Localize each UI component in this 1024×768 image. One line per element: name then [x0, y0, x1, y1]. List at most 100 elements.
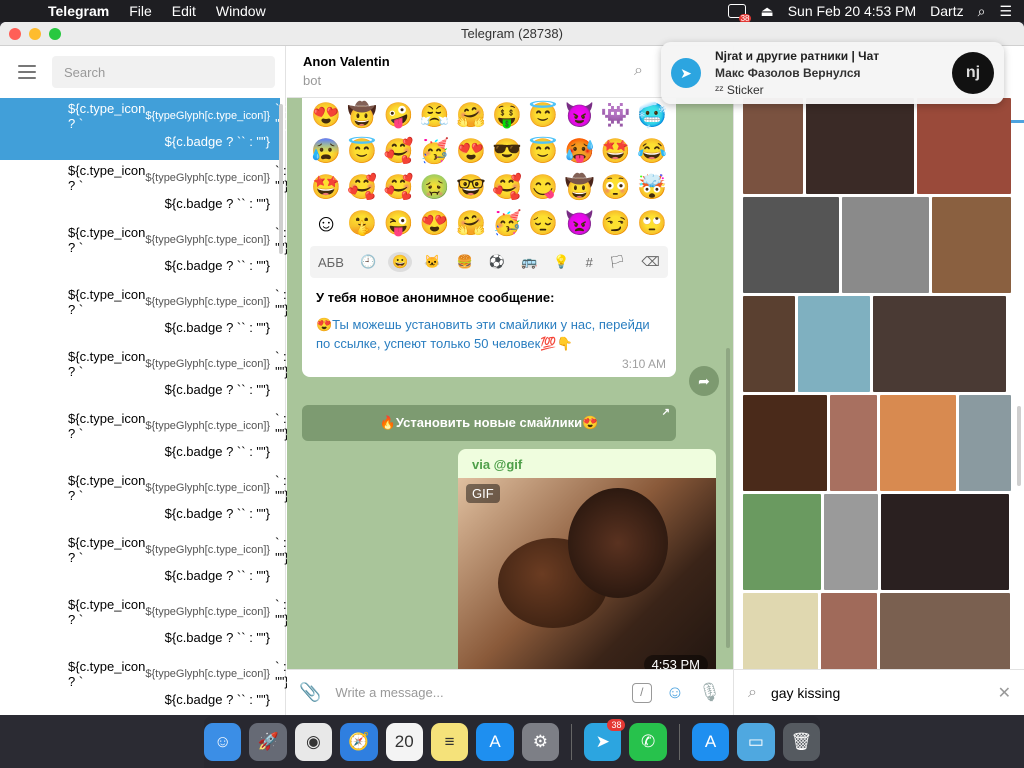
menu-bar: Telegram File Edit Window 38 ⏏ Sun Feb 2… [0, 0, 1024, 23]
dock-icon-glyph: A [704, 732, 717, 751]
eject-icon[interactable]: ⏏ [760, 3, 773, 20]
menu-window[interactable]: Window [206, 3, 276, 19]
dock-calendar-icon[interactable]: 20 [385, 723, 423, 761]
dock-notes-icon[interactable]: ≡ [430, 723, 469, 761]
chat-scrollbar[interactable] [726, 348, 730, 648]
emoji-category-tab: 🏳 [608, 254, 626, 269]
gif-result[interactable] [932, 197, 1011, 293]
dock-safari-icon[interactable]: 🧭 [340, 723, 378, 761]
notification-banner[interactable]: ➤ Njrat и другие ратники | Чат Макс Фазо… [661, 42, 1004, 104]
notification-avatar: nj [952, 52, 994, 94]
telegram-app-icon: ➤ [671, 58, 701, 88]
gif-message-bubble[interactable]: via @gif GIF 4:53 PM [458, 449, 716, 670]
gif-result[interactable] [824, 494, 878, 590]
gif-result[interactable] [798, 296, 870, 392]
sidebar-scrollbar[interactable] [279, 104, 283, 254]
dock-system-preferences-icon[interactable]: ⚙ [521, 723, 560, 761]
gif-result[interactable] [743, 494, 821, 590]
gif-panel-scrollbar[interactable] [1017, 406, 1021, 486]
dock-telegram-icon[interactable]: ➤ 38 [584, 719, 626, 761]
gif-result[interactable] [806, 98, 914, 194]
dock: ☺ 🚀 ◉ 🧭 20 ≡ A ⚙ ➤ 38 ✆ A ▭ 🗑 [203, 716, 821, 768]
chat-list-item[interactable]: ${c.type_icon ? ` ${typeGlyph[c.type_icon… [0, 594, 289, 656]
dock-launchpad-icon[interactable]: 🚀 [249, 723, 287, 761]
dock-app-store-icon[interactable]: A [476, 723, 514, 761]
gif-result[interactable] [917, 98, 1011, 194]
dock-icon-glyph: ➤ [595, 732, 610, 751]
inline-keyboard-button[interactable]: 🔥Установить новые смайлики😍 ↗ [302, 405, 676, 441]
emoji-category-tab: 🚌 [521, 254, 538, 269]
dock-trash-icon[interactable]: 🗑 [782, 723, 821, 761]
gif-result[interactable] [881, 494, 1009, 590]
dock-whatsapp-icon[interactable]: ✆ [629, 723, 667, 761]
dock-icon-glyph: ≡ [444, 732, 455, 751]
gif-result[interactable] [743, 296, 795, 392]
gif-search-input[interactable]: gay kissing [771, 685, 984, 701]
chat-list-item[interactable]: ${c.type_icon ? ` ${typeGlyph[c.type_icon… [0, 98, 289, 160]
menu-app-telegram[interactable]: Telegram [38, 3, 119, 19]
${typeName[c.type_icon]}: ${typeGlyph[c.type_icon]} [145, 606, 271, 618]
external-link-icon: ↗ [661, 407, 670, 418]
chat-list-item[interactable]: ${c.type_icon ? ` ${typeGlyph[c.type_icon… [0, 408, 289, 470]
clear-search-icon[interactable]: ✕ [998, 683, 1011, 703]
spotlight-search-icon[interactable]: ⌕ [978, 3, 986, 20]
via-bot-label[interactable]: via @gif [458, 449, 716, 478]
menubar-user[interactable]: Dartz [930, 3, 963, 19]
dock-icon-glyph: ▭ [747, 732, 764, 751]
microphone-icon[interactable]: 🎙 [698, 682, 721, 703]
search-input[interactable]: Search [52, 56, 275, 88]
${typeName[c.type_icon]}: ${typeGlyph[c.type_icon]} [145, 110, 271, 122]
chat-list-item[interactable]: ${c.type_icon ? ` ${typeGlyph[c.type_icon… [0, 222, 289, 284]
chat-list-item[interactable]: ${c.type_icon ? ` ${typeGlyph[c.type_icon… [0, 284, 289, 346]
chat-list-item[interactable]: ${c.type_icon ? ` ${typeGlyph[c.type_icon… [0, 532, 289, 594]
chat-list-item[interactable]: ${c.type_icon ? ` ${typeGlyph[c.type_icon… [0, 656, 289, 715]
attach-paperclip-icon[interactable]: 📎 [299, 682, 321, 703]
dock-icon-glyph: ◉ [306, 732, 321, 751]
gif-media[interactable]: GIF 4:53 PM [458, 478, 716, 670]
${typeName[c.type_icon]}: ${typeGlyph[c.type_icon]} [145, 358, 271, 370]
gif-result[interactable] [842, 197, 929, 293]
gif-result[interactable] [880, 395, 957, 491]
avatar [10, 664, 56, 710]
gif-result[interactable] [873, 296, 1006, 392]
avatar [10, 106, 56, 152]
menu-edit[interactable]: Edit [162, 3, 206, 19]
emoji-category-tab: АБВ [318, 254, 344, 270]
gif-search-panel: ⌕ gay kissing ✕ [733, 46, 1024, 715]
emoji-category-tab: ⚽ [488, 254, 506, 269]
gif-result[interactable] [743, 395, 827, 491]
emoji-category-tab: 🕘 [359, 254, 377, 269]
menubar-datetime[interactable]: Sun Feb 20 4:53 PM [788, 3, 916, 19]
menu-file[interactable]: File [119, 3, 162, 19]
chat-list-item[interactable]: ${c.type_icon ? ` ${typeGlyph[c.type_icon… [0, 346, 289, 408]
emoji-category-tab: 🐱 [424, 254, 441, 269]
share-icon[interactable]: ➦ [689, 366, 719, 396]
search-icon: ⌕ [748, 683, 757, 701]
gif-result[interactable] [829, 395, 878, 491]
search-icon[interactable]: ⌕ [634, 62, 643, 80]
telegram-tray-icon[interactable]: 38 [728, 4, 752, 23]
gif-badge: GIF [466, 484, 500, 503]
window-title: Telegram (28738) [461, 26, 563, 41]
emoji-smile-icon[interactable]: ☺ [666, 682, 684, 703]
dock-folder-icon[interactable]: ▭ [737, 723, 775, 761]
emoji-category-tab: 🍔 [456, 254, 473, 269]
hamburger-menu-icon[interactable] [18, 65, 36, 79]
gif-result[interactable] [743, 197, 839, 293]
message-input[interactable]: Write a message... [335, 685, 617, 700]
dock-app-store-downloads-icon[interactable]: A [691, 723, 730, 761]
control-center-icon[interactable]: ☰ [999, 3, 1012, 20]
gif-result[interactable] [743, 98, 803, 194]
bot-commands-icon[interactable]: / [631, 682, 652, 703]
notification-subtitle: Макс Фазолов Вернулся [715, 65, 861, 80]
dock-icon-glyph: ✆ [641, 732, 656, 751]
message-bubble[interactable]: 😍 🤠 🤪 😤 🤗 🤑 😇 😈 👾 🥶 😰 😇 🥰 🥳 😍 😎 😇 🥵 🤩 😂 🤩 🥰 🥰 🤢 🤓 🥰 😋 🤠 😳 🤯 ☺ 🤫 😜 😍 🤗 🥳 😔… [302, 98, 676, 377]
gif-result[interactable] [959, 395, 1011, 491]
dock-finder-icon[interactable]: ☺ [203, 723, 242, 761]
message-link-text[interactable]: 😍Ты можешь установить эти смайлики у нас… [316, 315, 662, 353]
${typeName[c.type_icon]}: ${typeGlyph[c.type_icon]} [145, 668, 271, 680]
dock-icon-glyph: 🚀 [257, 732, 279, 751]
chat-list-item[interactable]: ${c.type_icon ? ` ${typeGlyph[c.type_icon… [0, 470, 289, 532]
chat-list-item[interactable]: ${c.type_icon ? ` ${typeGlyph[c.type_icon… [0, 160, 289, 222]
dock-chrome-icon[interactable]: ◉ [294, 723, 333, 761]
